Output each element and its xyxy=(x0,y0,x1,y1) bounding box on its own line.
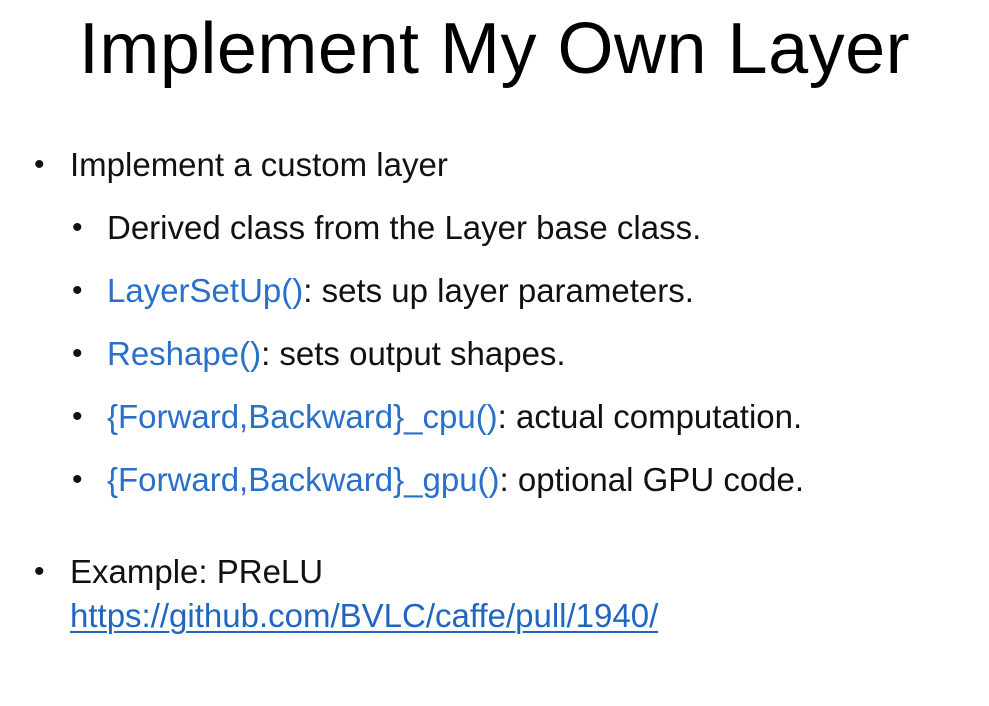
slide: Implement My Own Layer • Implement a cus… xyxy=(0,0,989,706)
sub-bullet-text: : sets output shapes. xyxy=(261,335,566,372)
sub-bullet-text: : sets up layer parameters. xyxy=(303,272,694,309)
code-span-cpu: {Forward,Backward}_cpu() xyxy=(107,398,498,435)
bullet-dot: • xyxy=(72,274,83,307)
sub-bullet-text: : actual computation. xyxy=(497,398,803,435)
sub-bullet-reshape: • Reshape(): sets output shapes. xyxy=(72,334,566,374)
code-span-layersetup: LayerSetUp() xyxy=(107,272,304,309)
bullet-dot: • xyxy=(72,400,83,433)
link-line: https://github.com/BVLC/caffe/pull/1940/ xyxy=(70,596,658,636)
sub-bullet-layersetup: • LayerSetUp(): sets up layer parameters… xyxy=(72,271,694,311)
prelu-pull-request-link[interactable]: https://github.com/BVLC/caffe/pull/1940/ xyxy=(70,597,658,634)
bullet-example-prelu: • Example: PReLU xyxy=(34,552,324,592)
code-span-gpu: {Forward,Backward}_gpu() xyxy=(107,461,500,498)
bullet-dot: • xyxy=(34,148,45,181)
bullet-dot: • xyxy=(34,555,45,588)
code-span-reshape: Reshape() xyxy=(107,335,262,372)
sub-bullet-text: Derived class from the Layer base class. xyxy=(107,209,702,246)
bullet-custom-layer: • Implement a custom layer xyxy=(34,145,448,185)
bullet-dot: • xyxy=(72,463,83,496)
slide-title: Implement My Own Layer xyxy=(78,9,911,89)
bullet-text: Implement a custom layer xyxy=(70,146,448,183)
sub-bullet-derived-class: • Derived class from the Layer base clas… xyxy=(72,208,702,248)
sub-bullet-forward-backward-gpu: • {Forward,Backward}_gpu(): optional GPU… xyxy=(72,460,805,500)
sub-bullet-forward-backward-cpu: • {Forward,Backward}_cpu(): actual compu… xyxy=(72,397,803,437)
bullet-dot: • xyxy=(72,337,83,370)
bullet-text: Example: PReLU xyxy=(70,553,324,590)
bullet-dot: • xyxy=(72,211,83,244)
sub-bullet-text: : optional GPU code. xyxy=(499,461,805,498)
